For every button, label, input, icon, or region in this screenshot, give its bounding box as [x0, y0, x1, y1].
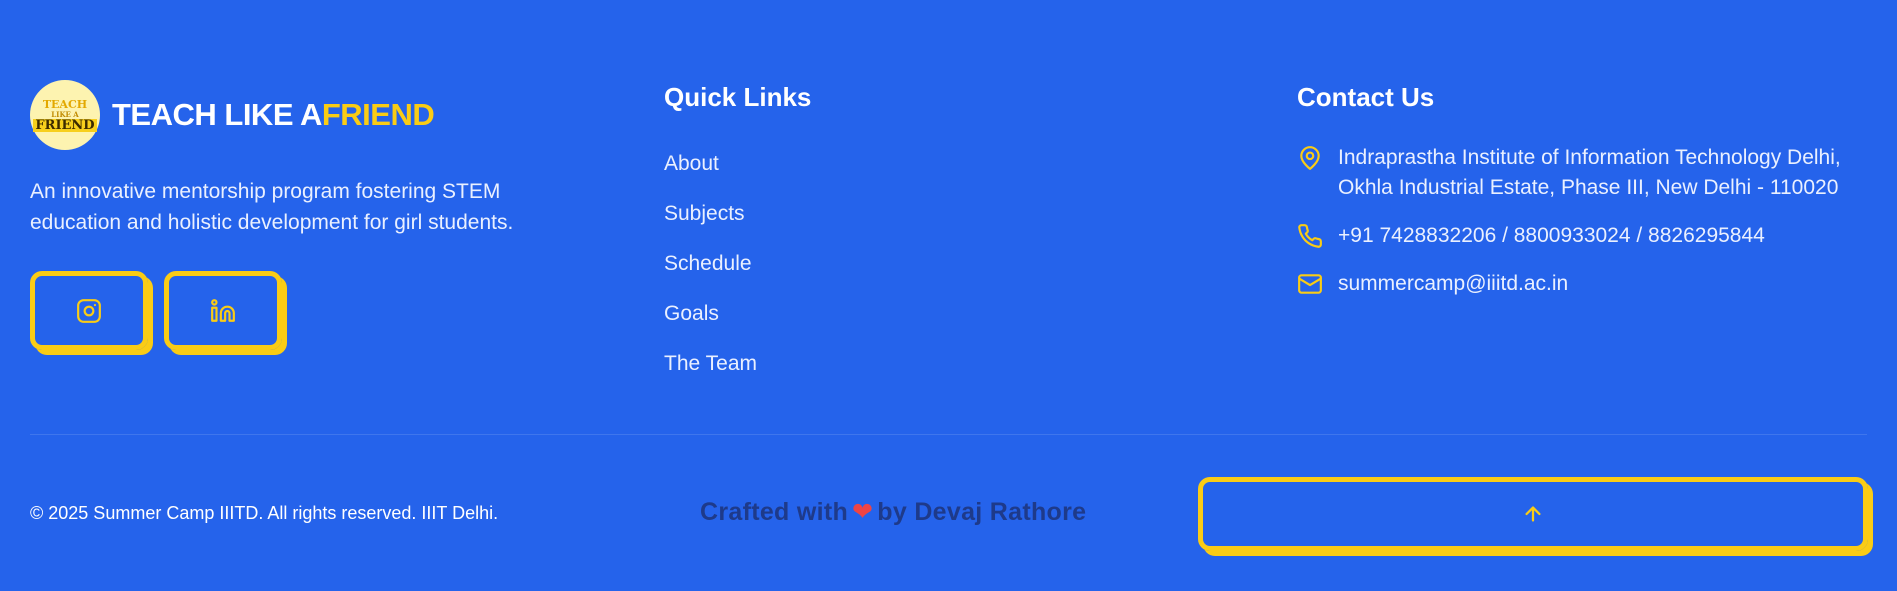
brand-title-accent: FRIEND: [321, 97, 435, 132]
email-text[interactable]: summercamp@iiitd.ac.in: [1338, 269, 1568, 299]
instagram-icon: [77, 298, 101, 323]
brand-title[interactable]: TEACH LIKE AFRIEND: [112, 97, 435, 133]
footer-divider: [30, 434, 1867, 435]
crafted-by-text: Crafted with ❤ by Devaj Rathore: [700, 497, 1086, 527]
phone-text[interactable]: +91 7428832206 / 8800933024 / 8826295844: [1338, 221, 1765, 251]
quick-link-schedule[interactable]: Schedule: [664, 252, 752, 276]
brand-section: TEACH LIKE A FRIEND TEACH LIKE AFRIEND A…: [30, 80, 590, 350]
quick-links-title: Quick Links: [664, 82, 812, 112]
contact-phone: +91 7428832206 / 8800933024 / 8826295844: [1297, 221, 1877, 251]
quick-links-list: About Subjects Schedule Goals The Team: [664, 139, 811, 389]
arrow-up-icon: [1525, 506, 1541, 522]
logo-text-line-1: TEACH: [42, 97, 88, 111]
copyright-text: © 2025 Summer Camp IIITD. All rights res…: [30, 503, 499, 523]
social-links: [30, 271, 590, 350]
contact-email: summercamp@iiitd.ac.in: [1297, 269, 1877, 299]
quick-link-the-team[interactable]: The Team: [664, 352, 757, 376]
logo-text-line-2: LIKE A: [51, 109, 79, 119]
contact-address: Indraprastha Institute of Information Te…: [1297, 143, 1877, 203]
phone-icon: [1298, 224, 1322, 248]
crafted-suffix: by Devaj Rathore: [877, 498, 1087, 526]
brand-logo[interactable]: TEACH LIKE A FRIEND: [30, 80, 100, 150]
linkedin-button[interactable]: [164, 271, 282, 350]
map-pin-icon: [1300, 146, 1320, 170]
quick-link-item: Goals: [664, 289, 811, 339]
logo-text-line-3: FRIEND: [33, 117, 97, 133]
instagram-button[interactable]: [30, 271, 148, 350]
address-text: Indraprastha Institute of Information Te…: [1338, 146, 1841, 199]
brand-title-main: TEACH LIKE A: [112, 97, 322, 132]
scroll-to-top-button[interactable]: [1198, 477, 1868, 551]
contact-section: Contact Us Indraprastha Institute of Inf…: [1297, 82, 1877, 299]
quick-link-item: Subjects: [664, 189, 811, 239]
brand-row: TEACH LIKE A FRIEND TEACH LIKE AFRIEND: [30, 80, 590, 150]
quick-link-goals[interactable]: Goals: [664, 302, 719, 326]
heart-icon: ❤: [852, 498, 874, 526]
quick-link-about[interactable]: About: [664, 152, 719, 176]
quick-links-section: Quick Links About Subjects Schedule Goal…: [664, 82, 811, 389]
brand-tagline: An innovative mentorship program fosteri…: [30, 180, 514, 234]
linkedin-icon: [211, 298, 235, 322]
quick-link-item: Schedule: [664, 239, 811, 289]
quick-link-item: About: [664, 139, 811, 189]
quick-link-item: The Team: [664, 339, 811, 389]
quick-link-subjects[interactable]: Subjects: [664, 202, 745, 226]
contact-title: Contact Us: [1297, 82, 1435, 112]
mail-icon: [1298, 274, 1322, 294]
crafted-prefix: Crafted with: [700, 498, 849, 526]
site-footer: TEACH LIKE A FRIEND TEACH LIKE AFRIEND A…: [0, 0, 1897, 591]
